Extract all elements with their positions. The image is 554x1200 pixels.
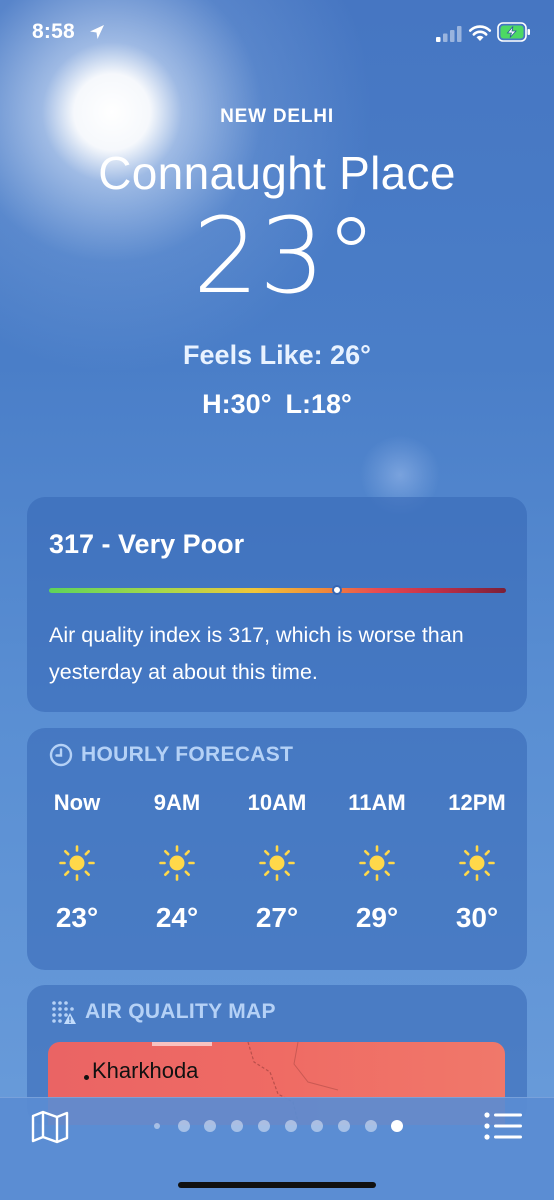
hour-label: Now [53,790,101,815]
hourly-forecast-heading: HOURLY FORECAST [49,742,293,768]
hour-label: 9AM [153,790,201,815]
hour-label: 10AM [247,790,307,815]
wifi-icon [468,25,492,41]
city-name: NEW DELHI [220,106,334,127]
aqi-description: Air quality index is 317, which is worse… [49,623,464,684]
hour-label: 12PM [448,790,506,815]
aqi-title: 317 - Very Poor [49,529,245,559]
air-quality-map-heading: AIR QUALITY MAP [49,999,276,1025]
hour-temp: 24° [155,902,199,933]
air-quality-card[interactable]: 317 - Very Poor Air quality index is 317… [27,497,527,712]
hour-label: 11AM [348,790,406,815]
page-dot[interactable] [154,1123,160,1129]
hour-temp: 23° [55,902,99,933]
high-temp: H:30° [202,389,272,419]
map-location-dot [84,1075,89,1080]
page-dot[interactable] [231,1120,244,1132]
page-dot[interactable] [311,1120,324,1132]
page-dot[interactable] [337,1120,350,1132]
cellular-signal-icon [436,26,462,42]
location-arrow-icon [90,25,104,39]
home-indicator [178,1182,376,1188]
current-temperature: 23° [192,195,378,317]
hourly-list: Now 23° 9AM 24° 10AM 27° 11AM 29° 12PM 3… [27,788,527,958]
map-place-label: Kharkhoda [92,1058,199,1083]
high-low: H:30° L:18° [0,389,554,420]
page-indicator[interactable] [150,1118,410,1134]
page-dot[interactable] [177,1120,190,1132]
battery-charging-icon [497,22,530,42]
hourly-forecast-label: HOURLY FORECAST [81,743,294,766]
aqi-indicator-dot [331,585,342,595]
page-dot[interactable] [204,1120,217,1132]
sun-icon [259,845,295,881]
location-name: Connaught Place [98,147,456,199]
page-dot[interactable] [284,1120,297,1132]
hour-temp: 30° [455,902,499,933]
page-dot[interactable] [364,1120,377,1132]
aqi-scale-bar [49,585,506,595]
page-dot[interactable] [257,1120,270,1132]
sun-icon [59,845,95,881]
feels-like: Feels Like: 26° [183,340,371,370]
sun-icon [359,845,395,881]
page-dot-active[interactable] [391,1120,404,1132]
map-icon[interactable] [31,1110,69,1144]
status-bar: 8:58 [0,0,554,66]
hour-temp: 27° [255,902,299,933]
hour-item: Now 23° [27,788,127,934]
hour-item: 10AM 27° [227,788,327,934]
hour-item: 9AM 24° [127,788,227,934]
low-temp: L:18° [285,389,352,419]
hour-item: 12PM 30° [427,788,527,934]
sun-icon [159,845,195,881]
hourly-forecast-card[interactable]: HOURLY FORECAST Now 23° 9AM 24° 10AM 27°… [27,728,527,970]
air-quality-dots-icon [52,1001,76,1024]
list-icon[interactable] [483,1110,523,1142]
hour-temp: 29° [355,902,399,933]
air-quality-map-label: AIR QUALITY MAP [85,1000,276,1023]
status-time: 8:58 [32,20,75,43]
sun-icon [459,845,495,881]
clock-icon [49,743,73,767]
hour-item: 11AM 29° [327,788,427,934]
